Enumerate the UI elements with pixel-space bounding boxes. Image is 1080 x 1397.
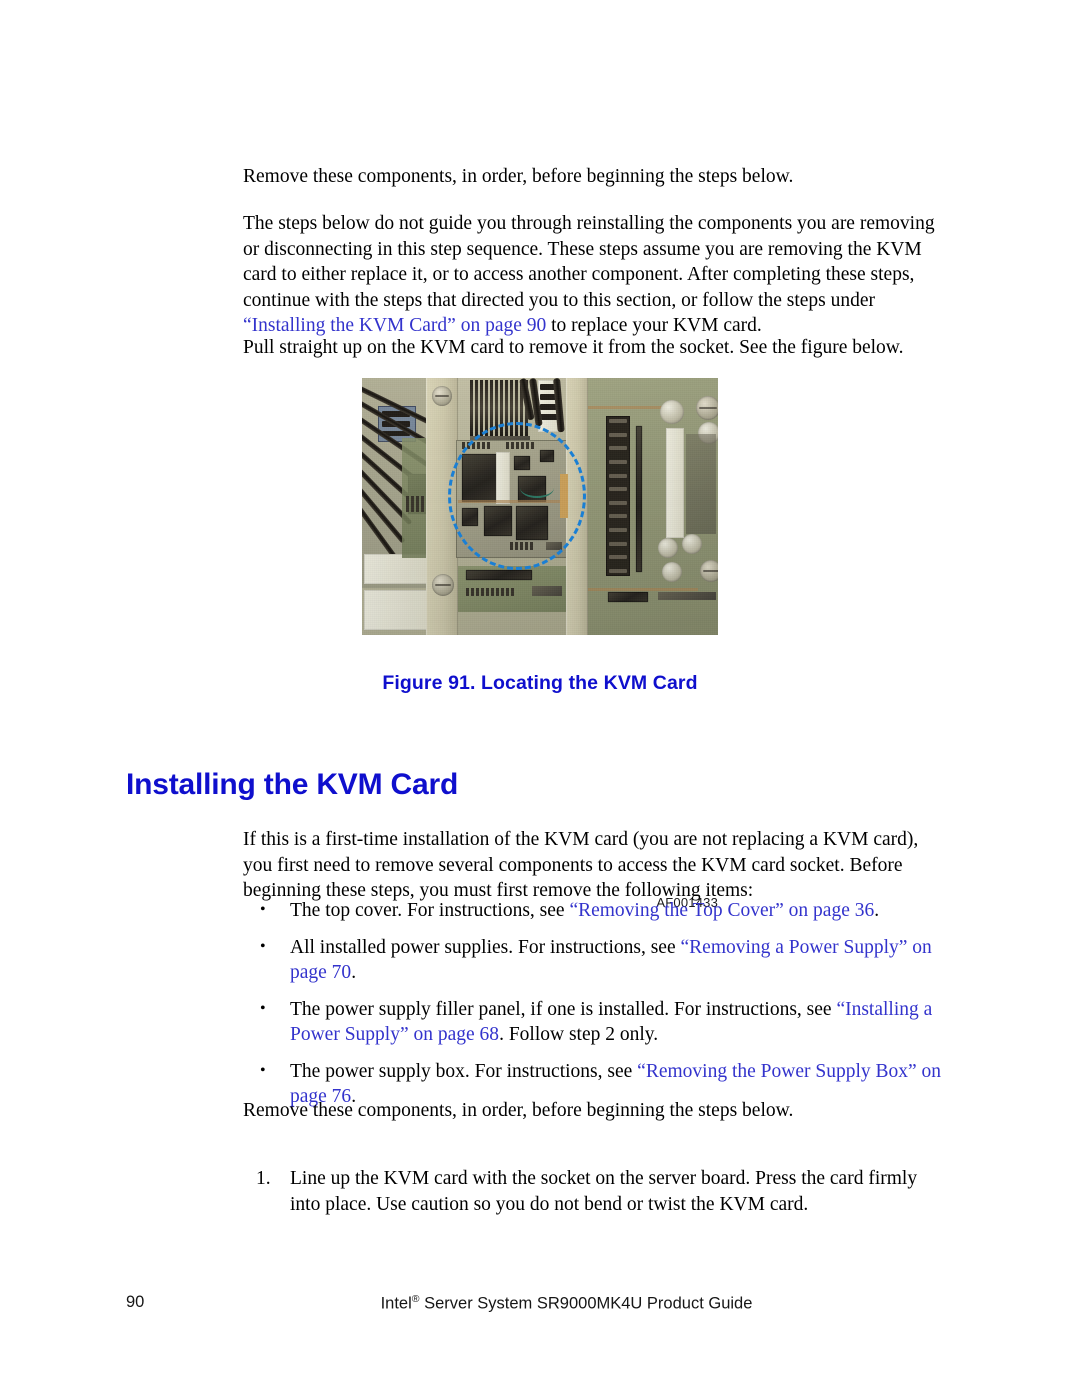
document-page: Remove these components, in order, befor… [0,0,1080,1397]
capacitor [660,400,684,424]
figure-caption: Figure 91. Locating the KVM Card [382,672,698,694]
footer-guide-title: Intel® Server System SR9000MK4U Product … [0,1293,1080,1314]
prerequisite-list: The top cover. For instructions, see “Re… [243,897,943,1121]
bullet-lead-text: All installed power supplies. For instru… [290,936,681,958]
memory-slot [475,380,478,436]
photo-content [362,378,718,635]
registered-trademark-icon: ® [411,1293,420,1305]
bullet-tail-text: . [351,962,357,983]
figure-91: AF001433 [0,378,1080,910]
capacitor [658,538,678,558]
intro-paragraph-2: The steps below do not guide you through… [243,211,938,339]
bracket-screw-top [432,386,452,406]
bullet-lead-text: The power supply filler panel, if one is… [290,998,837,1020]
board-region [686,434,716,534]
xref-removing-top-cover[interactable]: “Removing the Top Cover” on page 36 [569,900,874,921]
footer-guide-rest: Server System SR9000MK4U Product Guide [419,1294,753,1313]
board-bracket-foot [364,554,428,584]
after-bullets-paragraph: Remove these components, in order, befor… [243,1100,794,1121]
intro-paragraph-2-tail: to replace your KVM card. [546,315,762,336]
list-item: Line up the KVM card with the socket on … [256,1166,918,1215]
board-chip [466,570,532,580]
board-screw [700,560,718,582]
board-component [532,586,562,596]
intro-paragraph-2-text: The steps below do not guide you through… [243,213,935,311]
white-label-strip [666,428,684,538]
installation-steps: Line up the KVM card with the socket on … [243,1166,943,1217]
board-component [658,592,716,600]
intro-paragraph-3-block: Pull straight up on the KVM card to remo… [243,335,938,381]
kvm-card-highlight-circle [448,422,586,570]
board-screw [696,396,718,420]
capacitor [662,562,682,582]
bullet-tail-text: . Follow step 2 only. [499,1024,659,1045]
page-footer: 90 Intel® Server System SR9000MK4U Produ… [0,1293,1080,1323]
capacitor [682,534,702,554]
pci-slot [606,416,630,576]
intro-paragraph-3: Pull straight up on the KVM card to remo… [243,337,904,358]
bracket-screw-bottom [432,574,454,596]
board-chip [608,592,648,602]
page-title: Installing the KVM Card [126,768,459,801]
pin-header [466,588,526,596]
kvm-card-photo [362,378,718,635]
list-item: The power supply filler panel, if one is… [243,996,943,1048]
list-item: All installed power supplies. For instru… [243,934,943,986]
section-intro-paragraph: If this is a first-time installation of … [243,829,919,901]
bullet-lead-text: The top cover. For instructions, see [290,900,570,921]
list-item: The top cover. For instructions, see “Re… [243,897,943,924]
intro-paragraph-1: Remove these components, in order, befor… [243,166,794,187]
memory-slot [480,380,483,436]
memory-slot [470,380,473,436]
bullet-lead-text: The power supply box. For instructions, … [290,1060,638,1082]
bullet-tail-text: . [874,900,880,921]
intro-text-block: Remove these components, in order, befor… [243,164,938,210]
board-trace [588,588,698,591]
slot-pin-strip [636,426,642,572]
xref-installing-kvm-card[interactable]: “Installing the KVM Card” on page 90 [243,315,546,336]
after-bullets-block: Remove these components, in order, befor… [243,1098,938,1144]
footer-brand: Intel [380,1294,412,1313]
